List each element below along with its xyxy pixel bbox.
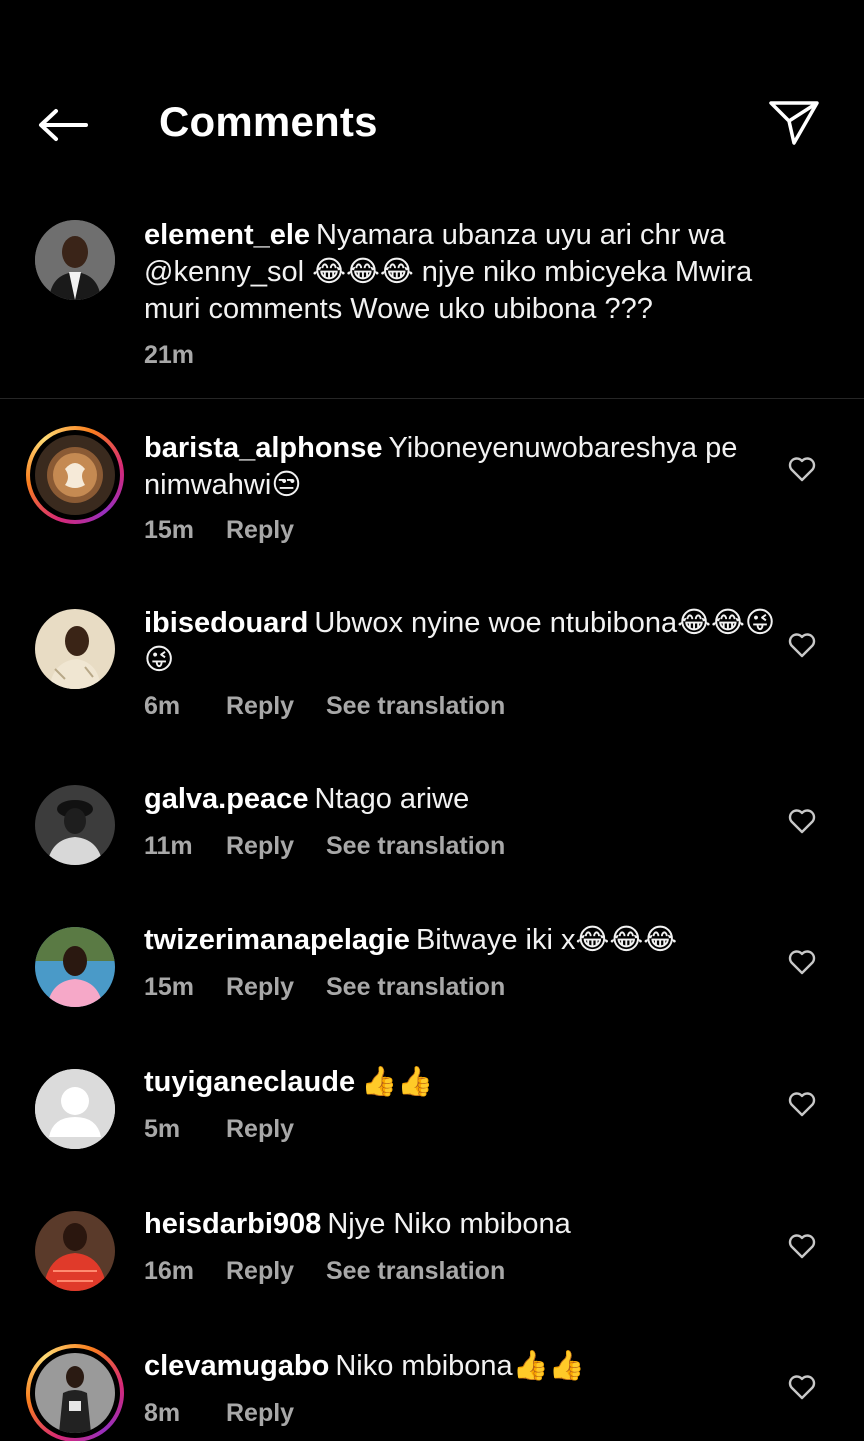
share-button[interactable]: [766, 98, 822, 148]
avatar: [35, 1353, 115, 1433]
see-translation-button[interactable]: See translation: [326, 832, 505, 861]
comment-text: Njye Niko mbibona: [327, 1208, 571, 1240]
comment-text: Niko mbibona👍👍: [335, 1350, 585, 1382]
comment-username[interactable]: clevamugabo: [144, 1350, 329, 1382]
top-bar: Comments: [0, 0, 864, 190]
comment-text: Ntago ariwe: [314, 783, 470, 815]
caption-text: element_ele Nyamara ubanza uyu ari chr wa…: [144, 217, 784, 328]
heart-outline-icon: [788, 1375, 816, 1400]
heart-outline-icon: [788, 1092, 816, 1117]
avatar[interactable]: [35, 1211, 115, 1291]
caption-time: 21m: [144, 341, 195, 369]
comment-time: 15m: [144, 516, 195, 544]
reply-button[interactable]: Reply: [226, 516, 326, 545]
default-avatar-icon: [35, 1069, 115, 1149]
comment-username[interactable]: tuyiganeclaude: [144, 1066, 355, 1098]
comment-text: Bitwaye iki x😂😂😂: [415, 924, 678, 956]
back-button[interactable]: [34, 100, 90, 150]
heart-outline-icon: [788, 1234, 816, 1259]
post-caption: element_ele Nyamara ubanza uyu ari chr wa…: [0, 205, 864, 399]
caption-username[interactable]: element_ele: [144, 219, 310, 251]
avatar[interactable]: [35, 609, 115, 689]
comment-time: 8m: [144, 1399, 181, 1427]
comment-time: 15m: [144, 973, 195, 1001]
avatar: [35, 435, 115, 515]
comment-username[interactable]: twizerimanapelagie: [144, 924, 410, 956]
avatar[interactable]: [35, 1069, 115, 1149]
avatar[interactable]: [35, 927, 115, 1007]
like-button[interactable]: [786, 1088, 818, 1120]
like-button[interactable]: [786, 805, 818, 837]
reply-button[interactable]: Reply: [226, 973, 326, 1002]
reply-button[interactable]: Reply: [226, 832, 326, 861]
comment-time: 6m: [144, 692, 181, 720]
avatar[interactable]: [35, 220, 115, 300]
comment-time: 5m: [144, 1115, 181, 1143]
avatar[interactable]: [35, 785, 115, 865]
heart-outline-icon: [788, 457, 816, 482]
comment-username[interactable]: barista_alphonse: [144, 432, 383, 464]
heart-outline-icon: [788, 633, 816, 658]
comment-username[interactable]: galva.peace: [144, 783, 308, 815]
like-button[interactable]: [786, 1230, 818, 1262]
like-button[interactable]: [786, 629, 818, 661]
see-translation-button[interactable]: See translation: [326, 973, 505, 1002]
paper-plane-icon: [769, 101, 819, 145]
comment-time: 16m: [144, 1257, 195, 1285]
caption-meta: 21m: [144, 341, 226, 370]
see-translation-button[interactable]: See translation: [326, 692, 505, 721]
like-button[interactable]: [786, 453, 818, 485]
comment-time: 11m: [144, 832, 193, 860]
comment-username[interactable]: heisdarbi908: [144, 1208, 321, 1240]
reply-button[interactable]: Reply: [226, 1257, 326, 1286]
like-button[interactable]: [786, 1371, 818, 1403]
page-title: Comments: [159, 98, 378, 145]
reply-button[interactable]: Reply: [226, 692, 326, 721]
arrow-left-icon: [39, 109, 88, 141]
reply-button[interactable]: Reply: [226, 1399, 326, 1428]
heart-outline-icon: [788, 809, 816, 834]
comment-username[interactable]: ibisedouard: [144, 607, 308, 639]
comment-text: 👍👍: [361, 1066, 434, 1098]
see-translation-button[interactable]: See translation: [326, 1257, 505, 1286]
reply-button[interactable]: Reply: [226, 1115, 326, 1144]
like-button[interactable]: [786, 946, 818, 978]
heart-outline-icon: [788, 950, 816, 975]
